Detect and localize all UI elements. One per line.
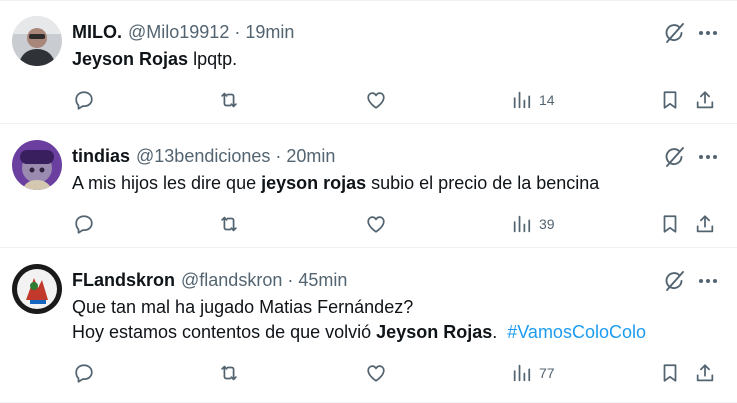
views-icon — [513, 364, 531, 382]
separator: · — [234, 21, 241, 42]
views-button[interactable]: 77 — [511, 360, 555, 386]
tweet-header: tindias @13bendiciones · 20min — [72, 144, 335, 168]
reply-button[interactable] — [73, 360, 95, 386]
tweet-text: Jeyson Rojas lpqtp. — [72, 47, 712, 72]
retweet-icon — [221, 92, 237, 108]
display-name[interactable]: FLandskron — [72, 270, 175, 291]
views-button[interactable]: 39 — [511, 211, 555, 237]
retweet-button[interactable] — [218, 360, 240, 386]
hashtag-link[interactable]: #VamosColoColo — [507, 322, 646, 342]
share-button[interactable] — [694, 360, 716, 386]
text-segment: A mis hijos les dire que — [72, 173, 262, 193]
views-button[interactable]: 14 — [511, 87, 555, 113]
tweet[interactable]: tindias @13bendiciones · 20min A mis hij… — [0, 124, 737, 248]
views-icon — [513, 91, 531, 109]
tweet-text: A mis hijos les dire que jeyson rojas su… — [72, 171, 712, 196]
text-segment: subio el precio de la bencina — [366, 173, 600, 193]
timestamp[interactable]: 19min — [245, 22, 294, 43]
action-bar: 77 — [0, 360, 737, 386]
action-bar: 39 — [0, 211, 737, 237]
retweet-button[interactable] — [218, 211, 240, 237]
tweet-text: Que tan mal ha jugado Matias Fernández? … — [72, 295, 712, 345]
like-icon — [367, 216, 385, 233]
user-handle[interactable]: @Milo19912 — [128, 22, 229, 43]
tweet-header: FLandskron @flandskron · 45min — [72, 268, 347, 292]
retweet-button[interactable] — [218, 87, 240, 113]
avatar[interactable] — [12, 140, 62, 190]
action-bar: 14 — [0, 87, 737, 113]
user-handle[interactable]: @flandskron — [181, 270, 282, 291]
more-icon[interactable] — [696, 21, 720, 45]
bookmark-icon — [663, 91, 677, 109]
separator: · — [275, 145, 282, 166]
views-count: 77 — [539, 365, 555, 381]
share-button[interactable] — [694, 211, 716, 237]
timestamp[interactable]: 20min — [286, 146, 335, 167]
share-icon — [696, 215, 714, 233]
grok-icon[interactable] — [662, 269, 686, 293]
bookmark-icon — [663, 215, 677, 233]
like-button[interactable] — [365, 87, 387, 113]
bookmark-button[interactable] — [659, 211, 681, 237]
bold-mention: Jeyson Rojas — [72, 49, 189, 69]
share-icon — [696, 364, 714, 382]
bookmark-icon — [663, 364, 677, 382]
text-segment: lpqtp. — [188, 49, 238, 69]
retweet-icon — [221, 216, 237, 232]
views-icon — [513, 215, 531, 233]
avatar[interactable] — [12, 16, 62, 66]
bookmark-button[interactable] — [659, 360, 681, 386]
bold-mention: jeyson rojas — [261, 173, 367, 193]
more-icon[interactable] — [696, 269, 720, 293]
grok-icon[interactable] — [662, 21, 686, 45]
reply-icon — [75, 215, 93, 234]
tweet-header: MILO. @Milo19912 · 19min — [72, 20, 294, 44]
share-button[interactable] — [694, 87, 716, 113]
views-count: 39 — [539, 216, 555, 232]
user-handle[interactable]: @13bendiciones — [136, 146, 270, 167]
bold-mention: Jeyson Rojas — [376, 322, 493, 342]
reply-icon — [75, 364, 93, 383]
timestamp[interactable]: 45min — [298, 270, 347, 291]
tweet[interactable]: FLandskron @flandskron · 45min Que tan m… — [0, 248, 737, 403]
text-line: Hoy estamos contentos de que volvió Jeys… — [72, 320, 712, 345]
reply-button[interactable] — [73, 211, 95, 237]
reply-button[interactable] — [73, 87, 95, 113]
display-name[interactable]: MILO. — [72, 22, 122, 43]
like-icon — [367, 92, 385, 109]
like-icon — [367, 365, 385, 382]
share-icon — [696, 91, 714, 109]
views-count: 14 — [539, 92, 555, 108]
more-icon[interactable] — [696, 145, 720, 169]
avatar[interactable] — [12, 264, 62, 314]
reply-icon — [75, 91, 93, 110]
reply-feed: MILO. @Milo19912 · 19min Jeyson Rojas lp… — [0, 0, 737, 403]
like-button[interactable] — [365, 211, 387, 237]
separator: · — [287, 269, 294, 290]
text-segment: Hoy estamos contentos de que volvió — [72, 322, 377, 342]
bookmark-button[interactable] — [659, 87, 681, 113]
display-name[interactable]: tindias — [72, 146, 130, 167]
text-line: Que tan mal ha jugado Matias Fernández? — [72, 297, 414, 317]
tweet[interactable]: MILO. @Milo19912 · 19min Jeyson Rojas lp… — [0, 0, 737, 124]
like-button[interactable] — [365, 360, 387, 386]
text-segment: . — [492, 322, 508, 342]
retweet-icon — [221, 365, 237, 381]
grok-icon[interactable] — [662, 145, 686, 169]
